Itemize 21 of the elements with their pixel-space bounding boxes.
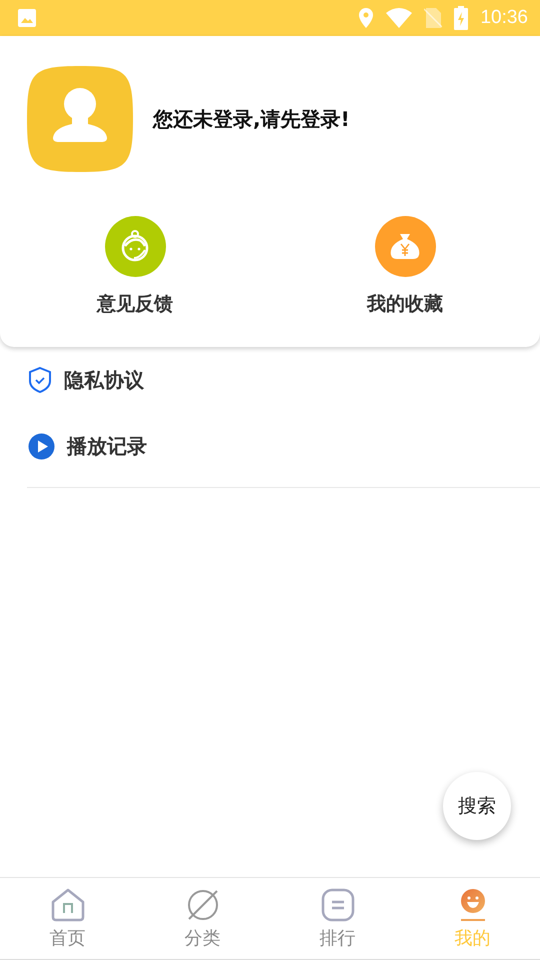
battery-icon [454, 6, 468, 30]
login-prompt[interactable]: 您还未登录,请先登录! [153, 106, 350, 132]
nav-tab[interactable]: 排行 [270, 878, 405, 959]
home-icon [50, 888, 84, 922]
search-button[interactable]: 搜索 [443, 772, 511, 840]
clock-time: 10:36 [480, 7, 528, 29]
location-icon [358, 8, 374, 28]
image-icon [17, 8, 37, 28]
play-icon [28, 432, 55, 460]
shield-icon [28, 366, 52, 394]
nav-tab[interactable]: 首页 [0, 878, 135, 959]
wifi-icon [386, 8, 412, 28]
menu-item[interactable]: 隐私协议 [0, 347, 540, 413]
favorites-button[interactable]: 我的收藏 [270, 216, 540, 317]
avatar-icon[interactable] [27, 66, 133, 172]
feedback-button[interactable]: 意见反馈 [0, 216, 270, 317]
nav-tab[interactable]: 分类 [135, 878, 270, 959]
no-sim-icon [424, 8, 442, 28]
planet-icon [186, 888, 220, 922]
menu-item[interactable]: 播放记录 [0, 413, 540, 479]
list-icon [320, 888, 354, 922]
